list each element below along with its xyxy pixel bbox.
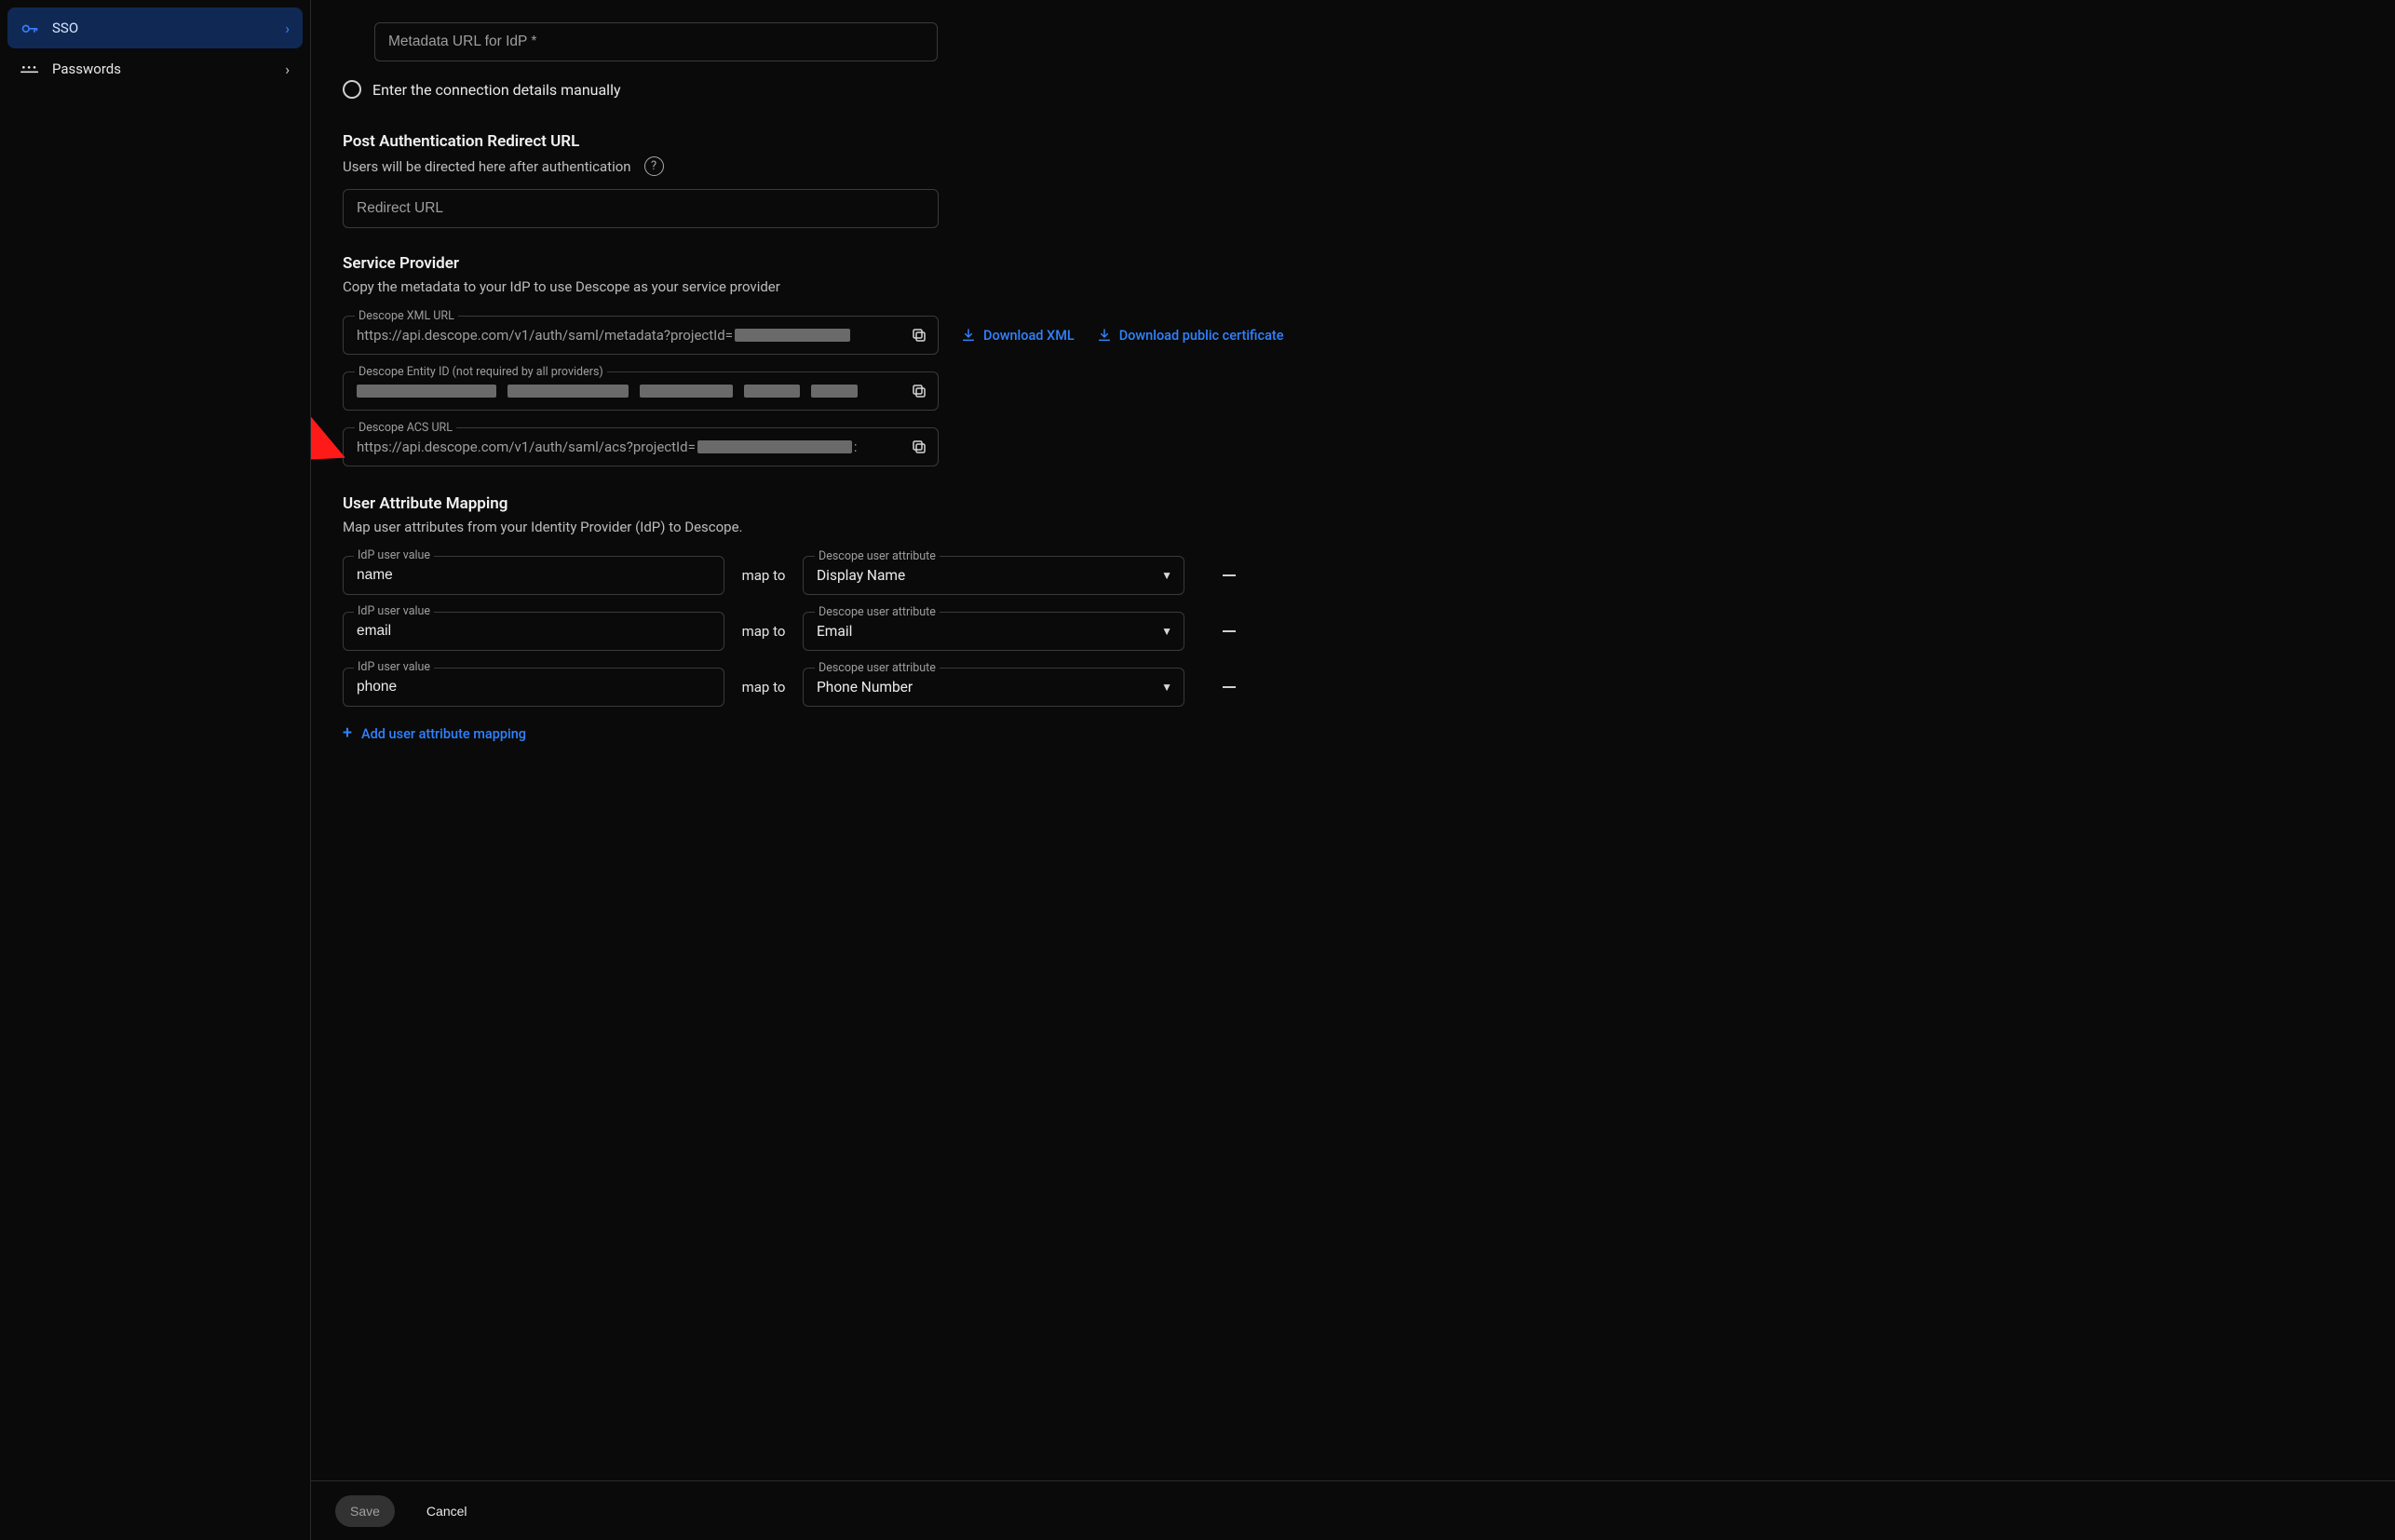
idp-metadata-url-input[interactable] (374, 22, 938, 61)
redacted-text (735, 329, 850, 342)
mapping-row: IdP user value map to Descope user attri… (343, 612, 1311, 651)
key-icon (20, 19, 39, 37)
download-public-cert-link[interactable]: Download public certificate (1097, 328, 1284, 344)
manual-entry-radio[interactable]: Enter the connection details manually (343, 80, 1311, 99)
main-scroll[interactable]: Enter the connection details manually Po… (311, 0, 2395, 1480)
copy-icon[interactable] (900, 317, 938, 354)
redacted-text (697, 440, 852, 453)
sidebar: SSO › Passwords › (0, 0, 311, 1540)
remove-mapping-button[interactable] (1216, 618, 1242, 644)
mapping-section-title: User Attribute Mapping (343, 494, 1311, 513)
password-dots-icon (20, 62, 39, 75)
redirect-section-title: Post Authentication Redirect URL (343, 132, 1311, 151)
descope-attribute-select[interactable]: Descope user attribute Email ▼ (803, 612, 1184, 651)
sidebar-item-passwords[interactable]: Passwords › (7, 48, 303, 89)
map-to-label: map to (739, 679, 788, 696)
main-area: Enter the connection details manually Po… (311, 0, 2395, 1540)
descope-entity-id-value[interactable] (344, 385, 900, 398)
map-to-label: map to (739, 567, 788, 584)
select-value: Display Name (817, 567, 1161, 584)
select-value: Email (817, 623, 1161, 640)
remove-mapping-button[interactable] (1216, 562, 1242, 588)
service-provider-subtitle: Copy the metadata to your IdP to use Des… (343, 278, 780, 295)
descope-attribute-select[interactable]: Descope user attribute Display Name ▼ (803, 556, 1184, 595)
map-to-label: map to (739, 623, 788, 640)
field-label: Descope user attribute (815, 661, 940, 675)
chevron-right-icon: › (285, 61, 290, 78)
field-label: Descope ACS URL (355, 421, 456, 435)
redacted-text (811, 385, 858, 398)
chevron-right-icon: › (285, 20, 290, 37)
descope-xml-url-value[interactable]: https://api.descope.com/v1/auth/saml/met… (344, 327, 900, 344)
descope-xml-url-field: Descope XML URL https://api.descope.com/… (343, 316, 939, 355)
sidebar-item-label: Passwords (52, 61, 272, 77)
save-button[interactable]: Save (335, 1495, 395, 1527)
caret-down-icon: ▼ (1161, 625, 1172, 638)
field-label: Descope Entity ID (not required by all p… (355, 365, 607, 379)
field-label: IdP user value (354, 548, 434, 562)
download-xml-link[interactable]: Download XML (961, 328, 1075, 344)
field-label: IdP user value (354, 604, 434, 618)
footer-bar: Save Cancel (311, 1480, 2395, 1540)
descope-acs-url-field: Descope ACS URL https://api.descope.com/… (343, 427, 939, 466)
manual-entry-label: Enter the connection details manually (372, 81, 621, 99)
redirect-section-subtitle: Users will be directed here after authen… (343, 158, 631, 175)
sidebar-item-sso[interactable]: SSO › (7, 7, 303, 48)
redirect-url-input[interactable] (343, 189, 939, 228)
mapping-row: IdP user value map to Descope user attri… (343, 668, 1311, 707)
caret-down-icon: ▼ (1161, 681, 1172, 694)
field-label: Descope user attribute (815, 549, 940, 563)
service-provider-title: Service Provider (343, 254, 1311, 273)
copy-icon[interactable] (900, 428, 938, 466)
caret-down-icon: ▼ (1161, 569, 1172, 582)
redacted-text (744, 385, 800, 398)
mapping-section-subtitle: Map user attributes from your Identity P… (343, 519, 743, 535)
plus-icon: + (343, 725, 352, 742)
redacted-text (640, 385, 733, 398)
descope-entity-id-field: Descope Entity ID (not required by all p… (343, 371, 939, 411)
select-value: Phone Number (817, 679, 1161, 696)
remove-mapping-button[interactable] (1216, 674, 1242, 700)
add-mapping-link[interactable]: + Add user attribute mapping (343, 725, 1311, 742)
copy-icon[interactable] (900, 372, 938, 410)
field-label: Descope user attribute (815, 605, 940, 619)
cancel-button[interactable]: Cancel (412, 1495, 482, 1527)
descope-acs-url-value[interactable]: https://api.descope.com/v1/auth/saml/acs… (344, 439, 900, 455)
redacted-text (507, 385, 629, 398)
descope-attribute-select[interactable]: Descope user attribute Phone Number ▼ (803, 668, 1184, 707)
help-icon[interactable]: ? (644, 156, 664, 176)
field-label: IdP user value (354, 660, 434, 674)
redacted-text (357, 385, 496, 398)
field-label: Descope XML URL (355, 309, 458, 323)
mapping-row: IdP user value map to Descope user attri… (343, 556, 1311, 595)
sidebar-item-label: SSO (52, 20, 272, 36)
radio-unchecked-icon (343, 80, 361, 99)
